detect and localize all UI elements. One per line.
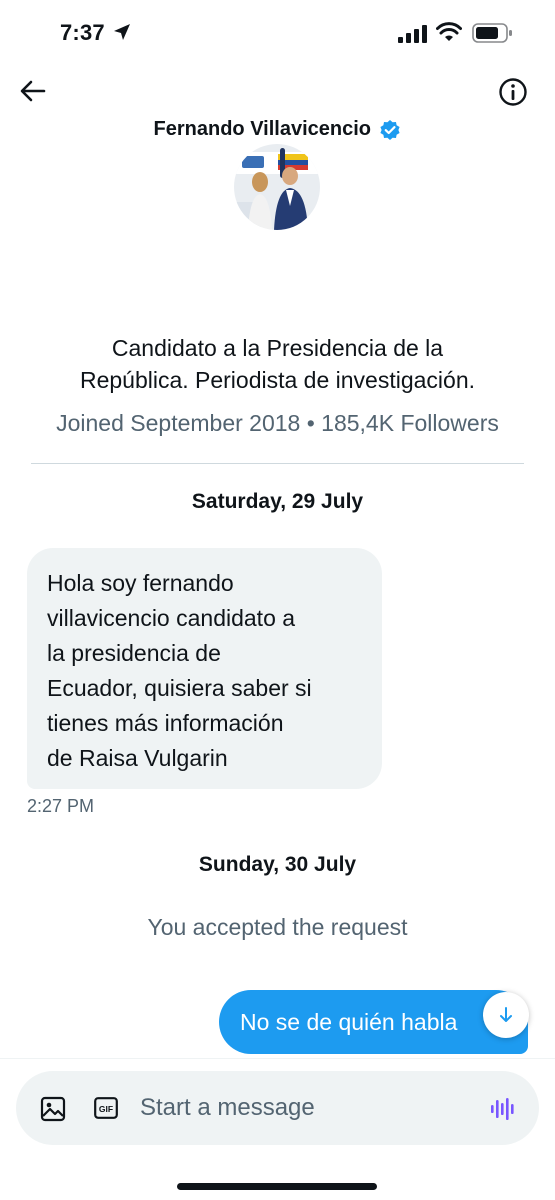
- image-icon[interactable]: [40, 1096, 66, 1122]
- gif-icon[interactable]: GIF: [94, 1097, 118, 1119]
- cellular-signal-icon: [398, 25, 427, 43]
- profile-bio-line: República. Periodista de investigación.: [79, 367, 476, 393]
- back-arrow-icon[interactable]: [18, 76, 48, 106]
- message-line: tienes más información: [47, 710, 284, 736]
- status-bar: 7:37: [0, 0, 555, 64]
- message-input[interactable]: [140, 1085, 470, 1131]
- verified-badge-icon: [380, 119, 401, 140]
- voice-message-icon[interactable]: [489, 1095, 517, 1123]
- message-line: Hola soy fernando: [47, 570, 234, 596]
- conversation-header: [0, 70, 555, 110]
- message-composer: GIF: [16, 1071, 539, 1145]
- profile-name[interactable]: Fernando Villavicencio: [154, 118, 371, 140]
- system-note: You accepted the request: [147, 914, 408, 940]
- scroll-to-bottom-button[interactable]: [483, 992, 529, 1038]
- outgoing-message-text: No se de quién habla: [240, 1009, 458, 1035]
- incoming-message-bubble[interactable]: Hola soy fernando villavicencio candidat…: [27, 548, 382, 789]
- profile-name-row[interactable]: Fernando Villavicencio: [0, 118, 555, 141]
- message-timestamp: 2:27 PM: [27, 796, 95, 816]
- date-separator: Saturday, 29 July: [191, 490, 364, 513]
- location-arrow-icon: [114, 24, 130, 40]
- divider: [31, 463, 524, 464]
- avatar[interactable]: [234, 144, 320, 230]
- home-indicator: [177, 1183, 377, 1190]
- message-line: Ecuador, quisiera saber si: [47, 675, 312, 701]
- status-time: 7:37: [60, 20, 105, 45]
- info-icon[interactable]: [497, 76, 529, 108]
- battery-icon: [472, 23, 512, 43]
- wifi-icon: [436, 22, 462, 41]
- profile-bio-line: Candidato a la Presidencia de la: [111, 335, 444, 361]
- message-line: villavicencio candidato a: [47, 605, 296, 631]
- message-line: de Raisa Vulgarin: [47, 745, 228, 771]
- message-line: la presidencia de: [47, 640, 221, 666]
- arrow-down-icon: [500, 1007, 512, 1022]
- date-separator: Sunday, 30 July: [198, 853, 357, 876]
- outgoing-message-bubble[interactable]: No se de quién habla: [219, 990, 528, 1054]
- profile-bio: Candidato a la Presidencia de la Repúbli…: [20, 332, 535, 396]
- gif-label: GIF: [99, 1104, 113, 1114]
- profile-meta: Joined September 2018 • 185,4K Followers: [56, 410, 499, 436]
- composer-divider: [0, 1058, 555, 1059]
